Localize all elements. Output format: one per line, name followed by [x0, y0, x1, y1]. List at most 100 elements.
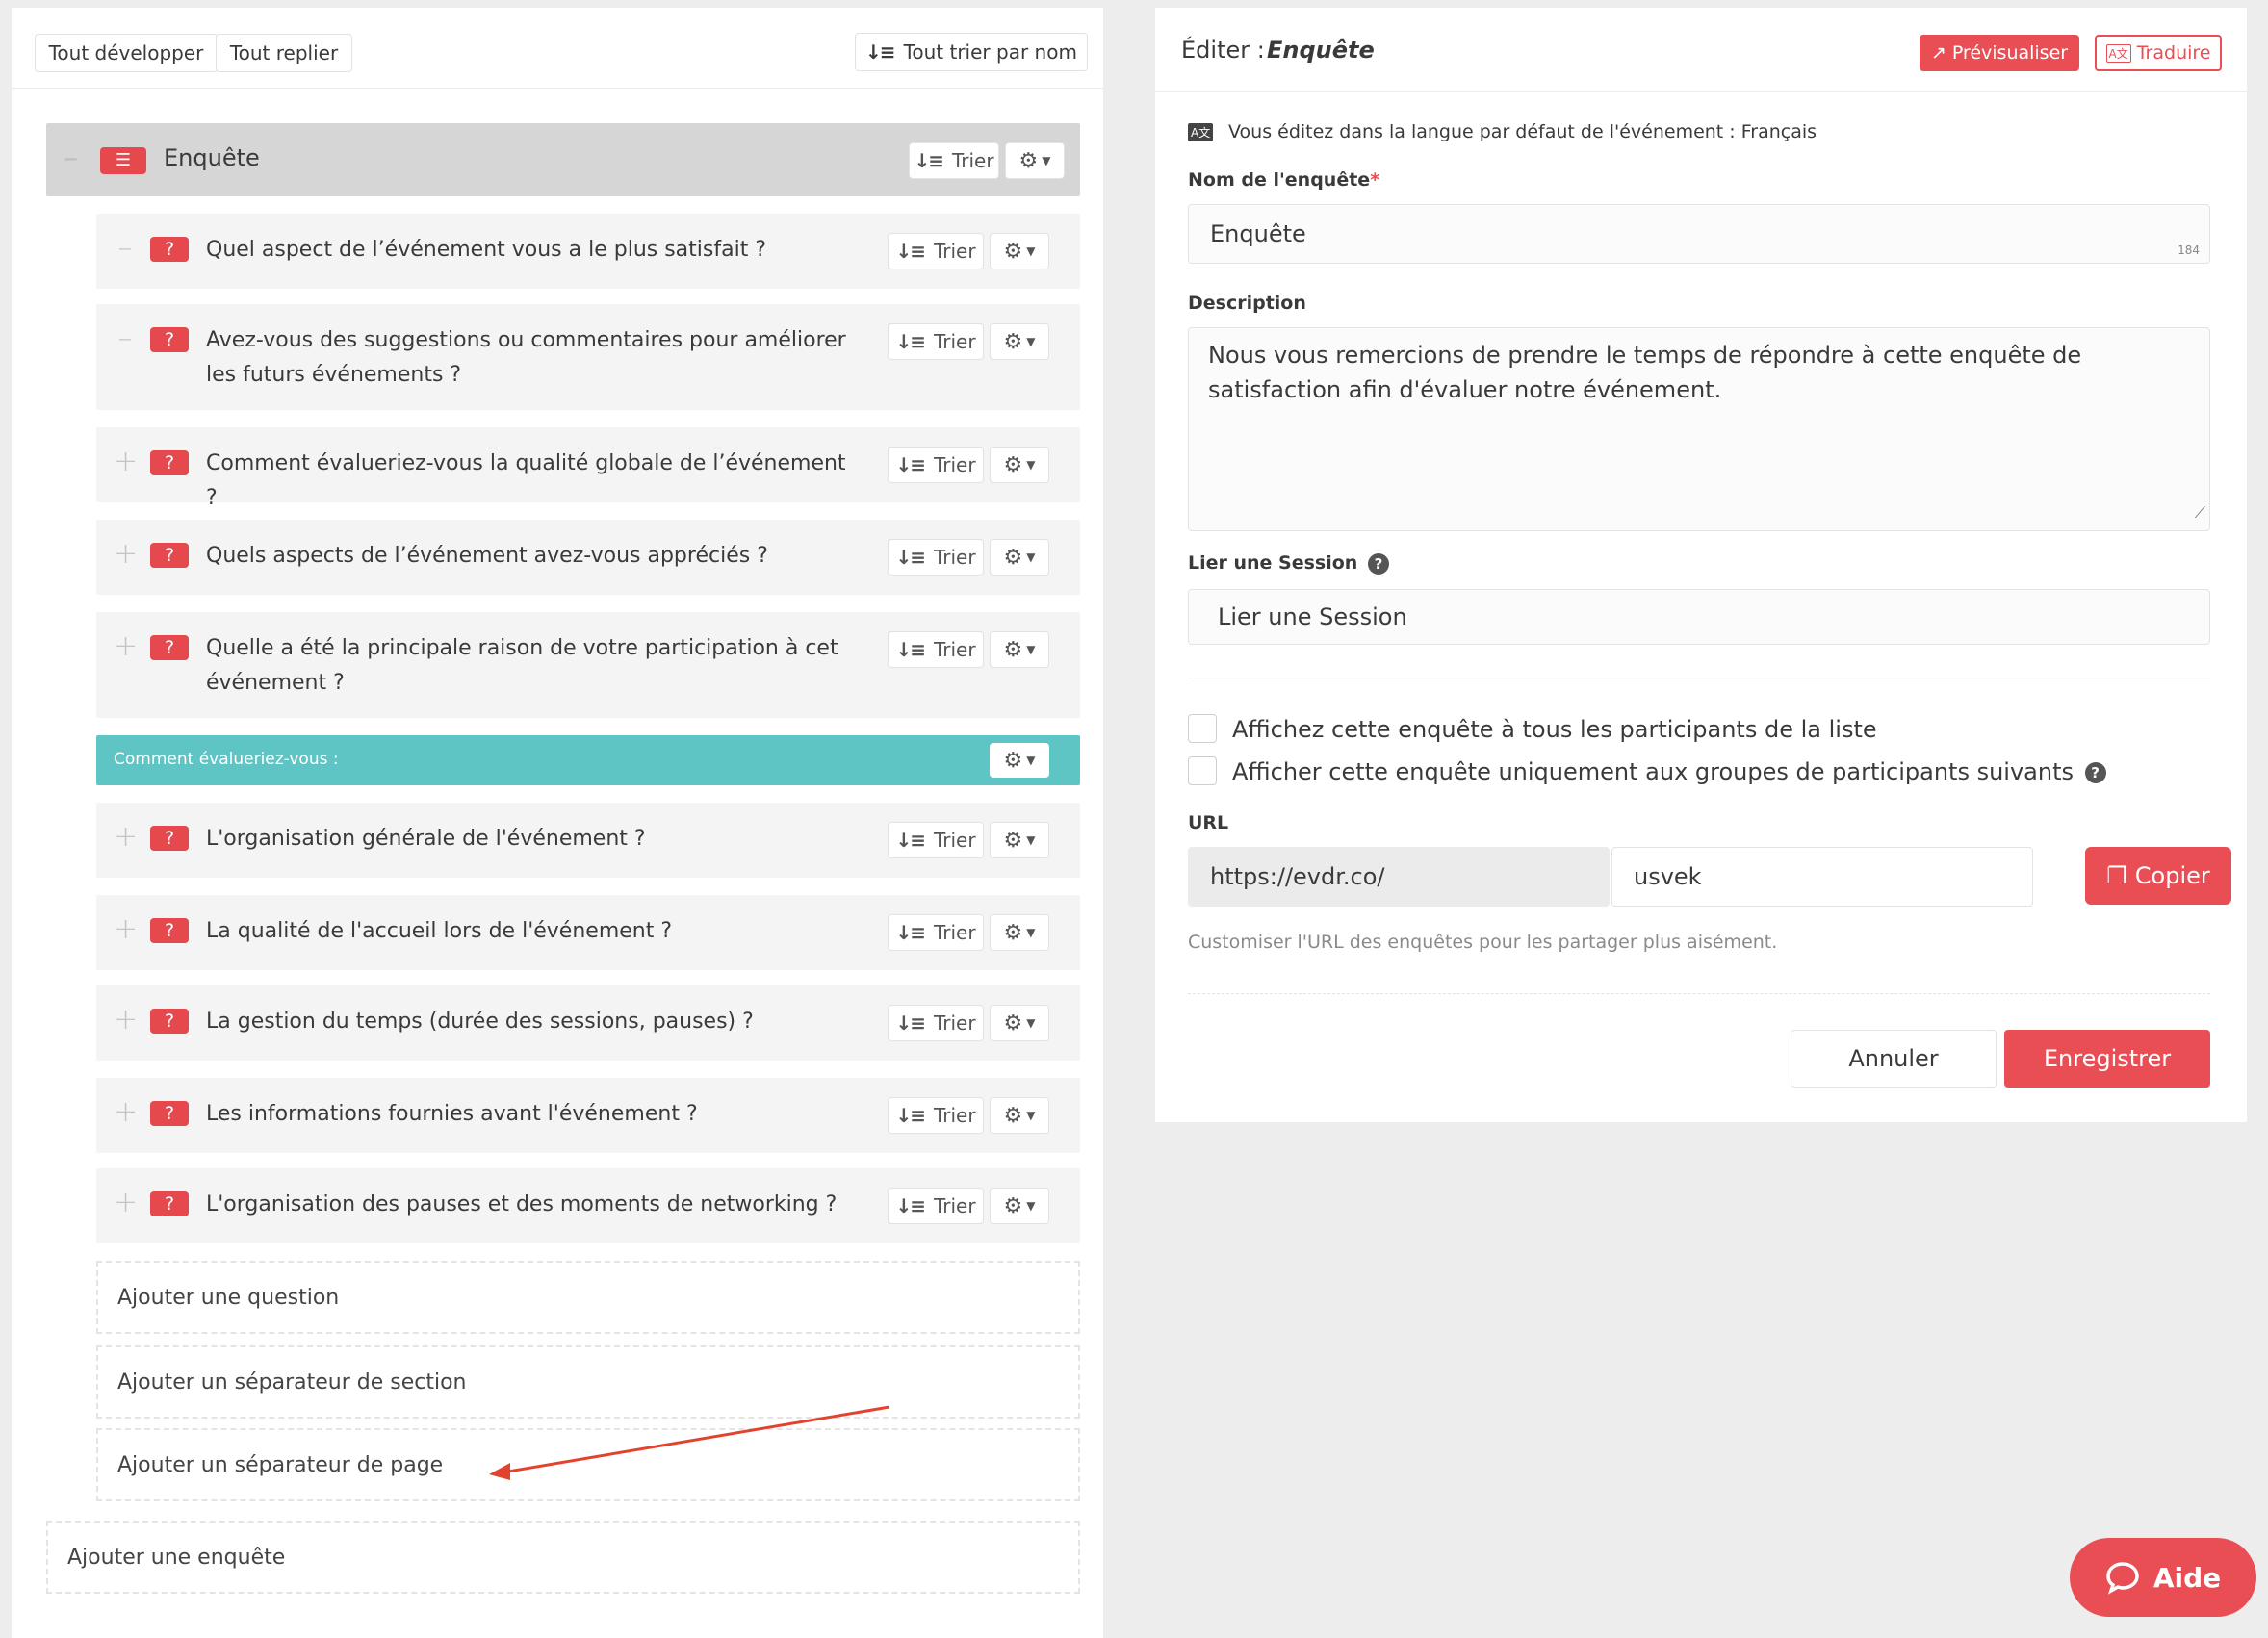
sort-button[interactable]: ↓≡ Trier [888, 233, 984, 269]
settings-dropdown-button[interactable]: ⚙ ▼ [990, 631, 1049, 668]
sort-button[interactable]: ↓≡ Trier [888, 1188, 984, 1224]
url-slug-input[interactable]: usvek [1611, 847, 2033, 907]
expand-icon[interactable]: + [114, 1006, 138, 1035]
show-to-groups-label: Afficher cette enquête uniquement aux gr… [1232, 758, 2106, 785]
sort-icon: ↓≡ [895, 1011, 925, 1035]
settings-dropdown-button[interactable]: ⚙ ▼ [990, 233, 1049, 269]
question-text: Les informations fournies avant l'événem… [206, 1102, 698, 1126]
sort-button[interactable]: ↓≡ Trier [888, 1097, 984, 1134]
external-link-icon: ↗ [1930, 42, 1946, 64]
expand-all-button[interactable]: Tout développer [35, 34, 218, 72]
collapse-icon[interactable]: – [64, 144, 78, 173]
gear-icon: ⚙ [1003, 637, 1023, 662]
char-counter: 184 [2178, 243, 2200, 257]
sort-icon: ↓≡ [895, 921, 925, 944]
question-icon: ? [150, 543, 189, 568]
question-row[interactable]: – ? Quel aspect de l’événement vous a le… [96, 214, 1080, 289]
description-label: Description [1188, 293, 1306, 314]
settings-dropdown-button[interactable]: ⚙ ▼ [990, 447, 1049, 483]
sort-label: Trier [933, 1194, 976, 1217]
collapse-all-button[interactable]: Tout replier [216, 34, 352, 72]
settings-dropdown-button[interactable]: ⚙ ▼ [990, 1097, 1049, 1134]
language-icon: A文 [1188, 123, 1214, 141]
question-row[interactable]: + ? Les informations fournies avant l'év… [96, 1078, 1080, 1153]
chevron-down-icon: ▼ [1026, 550, 1036, 564]
sort-icon: ↓≡ [865, 40, 895, 64]
sort-button[interactable]: ↓≡ Trier [888, 1005, 984, 1041]
question-row[interactable]: – ? Avez-vous des suggestions ou comment… [96, 304, 1080, 410]
translate-button[interactable]: A文 Traduire [2095, 35, 2222, 71]
help-icon[interactable]: ? [1367, 552, 1389, 575]
sort-button[interactable]: ↓≡ Trier [888, 323, 984, 360]
chat-bubble-icon [2106, 1562, 2139, 1595]
sort-button[interactable]: ↓≡ Trier [888, 631, 984, 668]
sort-button[interactable]: ↓≡ Trier [888, 447, 984, 483]
expand-icon[interactable]: + [114, 1098, 138, 1127]
survey-title: Enquête [164, 144, 260, 171]
settings-dropdown-button[interactable]: ⚙ ▼ [990, 1005, 1049, 1041]
help-chat-button[interactable]: Aide [2070, 1538, 2256, 1617]
question-row[interactable]: + ? L'organisation générale de l'événeme… [96, 803, 1080, 878]
description-textarea[interactable]: Nous vous remercions de prendre le temps… [1188, 327, 2210, 531]
settings-dropdown-button[interactable]: ⚙ ▼ [990, 539, 1049, 576]
resize-handle-icon[interactable]: ⟋ [2195, 496, 2205, 530]
question-text: Avez-vous des suggestions ou commentaire… [206, 328, 846, 387]
show-to-groups-checkbox[interactable] [1188, 756, 1217, 785]
copy-url-button[interactable]: ❐ Copier [2085, 847, 2231, 905]
section-separator-label: Comment évalueriez-vous : [114, 750, 339, 769]
session-select[interactable]: Lier une Session [1188, 589, 2210, 645]
chevron-down-icon: ▼ [1026, 754, 1036, 767]
save-button[interactable]: Enregistrer [2004, 1030, 2210, 1088]
question-row[interactable]: + ? Quels aspects de l’événement avez-vo… [96, 520, 1080, 595]
question-row[interactable]: + ? La gestion du temps (durée des sessi… [96, 985, 1080, 1061]
section-separator-row[interactable]: Comment évalueriez-vous : ⚙ ▼ [96, 735, 1080, 785]
sort-button[interactable]: ↓≡ Trier [888, 914, 984, 951]
gear-icon: ⚙ [1003, 239, 1023, 264]
gear-icon: ⚙ [1003, 545, 1023, 570]
show-to-all-checkbox[interactable] [1188, 714, 1217, 743]
description-value: Nous vous remercions de prendre le temps… [1208, 342, 2082, 403]
question-row[interactable]: + ? La qualité de l'accueil lors de l'év… [96, 895, 1080, 970]
name-field-label: Nom de l'enquête* [1188, 169, 1379, 191]
settings-dropdown-button[interactable]: ⚙ ▼ [990, 1188, 1049, 1224]
survey-name-input[interactable]: Enquête 184 [1188, 204, 2210, 264]
sort-label: Trier [933, 546, 976, 569]
question-row[interactable]: + ? Quelle a été la principale raison de… [96, 612, 1080, 718]
chevron-down-icon: ▼ [1042, 154, 1051, 167]
list-icon: ☰ [100, 147, 146, 174]
sort-icon: ↓≡ [895, 240, 925, 263]
survey-name-value: Enquête [1210, 220, 1306, 247]
url-help-text: Customiser l'URL des enquêtes pour les p… [1188, 932, 1778, 953]
question-row[interactable]: + ? L'organisation des pauses et des mom… [96, 1168, 1080, 1243]
help-icon[interactable]: ? [2084, 762, 2106, 783]
survey-header-row[interactable]: – ☰ Enquête ↓≡ Trier ⚙ ▼ [46, 123, 1080, 196]
sort-button[interactable]: ↓≡ Trier [888, 822, 984, 858]
expand-icon[interactable]: + [114, 540, 138, 569]
cancel-button[interactable]: Annuler [1791, 1030, 1997, 1088]
settings-dropdown-button[interactable]: ⚙ ▼ [990, 822, 1049, 858]
add-survey-button[interactable]: Ajouter une enquête [46, 1521, 1080, 1594]
settings-dropdown-button[interactable]: ⚙ ▼ [1005, 142, 1065, 179]
collapse-icon[interactable]: – [114, 324, 137, 353]
question-row[interactable]: + ? Comment évalueriez-vous la qualité g… [96, 427, 1080, 510]
settings-dropdown-button[interactable]: ⚙ ▼ [990, 323, 1049, 360]
add-question-button[interactable]: Ajouter une question [96, 1261, 1080, 1334]
preview-button[interactable]: ↗ Prévisualiser [1920, 35, 2079, 71]
question-icon: ? [150, 237, 189, 262]
sort-button[interactable]: ↓≡ Trier [909, 142, 999, 179]
chevron-down-icon: ▼ [1026, 1199, 1036, 1213]
expand-icon[interactable]: + [114, 823, 138, 852]
sort-label: Trier [933, 330, 976, 353]
settings-dropdown-button[interactable]: ⚙ ▼ [990, 743, 1049, 778]
question-text: La qualité de l'accueil lors de l'événem… [206, 919, 673, 943]
expand-icon[interactable]: + [114, 915, 138, 944]
sort-all-by-name-button[interactable]: ↓≡ Tout trier par nom [855, 33, 1088, 71]
collapse-icon[interactable]: – [114, 234, 137, 263]
expand-icon[interactable]: + [114, 448, 138, 476]
sort-label: Trier [933, 1104, 976, 1127]
editor-title-name: Enquête [1267, 37, 1375, 64]
settings-dropdown-button[interactable]: ⚙ ▼ [990, 914, 1049, 951]
expand-icon[interactable]: + [114, 632, 138, 661]
sort-button[interactable]: ↓≡ Trier [888, 539, 984, 576]
expand-icon[interactable]: + [114, 1189, 138, 1217]
